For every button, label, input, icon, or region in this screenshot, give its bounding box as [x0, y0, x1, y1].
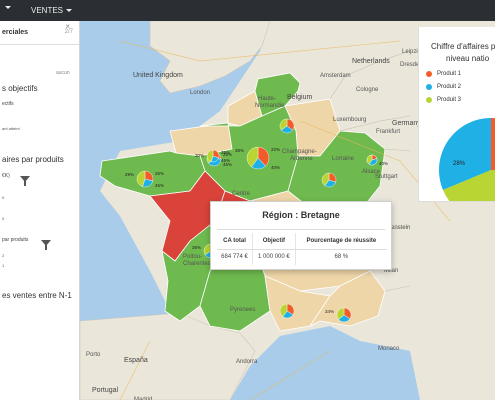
pie-aquitaine-label-1: 36%: [192, 245, 202, 250]
map-label-united-kingdom: United Kingdom: [133, 72, 183, 79]
pie-bretagne-label-3: 45%: [155, 183, 165, 188]
tick-a: 0: [2, 195, 5, 200]
pie-champagne-label-3: 40%: [379, 161, 389, 166]
pie-basse-normandie-label-2: 25%: [221, 150, 231, 155]
map-label-portugal: Portugal: [92, 387, 119, 394]
table-header-row: CA total Objectif Pourcentage de réussit…: [217, 233, 387, 250]
close-icon[interactable]: ×: [65, 22, 70, 31]
col-pourcentage: Pourcentage de réussite: [294, 233, 387, 250]
map-label-pyrenees: Pyrenees: [230, 307, 256, 313]
map-label-lorraine: Lorraine: [332, 156, 355, 162]
pie-slice-produit1: [491, 118, 495, 170]
pie-bretagne-label-1: 29%: [125, 172, 135, 177]
menu-ventes[interactable]: VENTES: [31, 6, 73, 15]
map-label-ardenne: Ardenne: [290, 156, 313, 162]
pie-languedoc[interactable]: [336, 307, 352, 323]
section-par-produits[interactable]: par produits: [2, 237, 28, 243]
pie-label-p2: 28%: [453, 161, 466, 167]
pie-midi[interactable]: [279, 303, 295, 319]
sidebar-aucun[interactable]: aucun: [56, 70, 70, 76]
map-label-centre: Centre: [232, 191, 251, 197]
map-label-germany: Germany: [392, 120, 421, 127]
national-chart-panel: Chiffre d'affaires p niveau natio Produi…: [418, 27, 495, 202]
map-label-charentes: Charentes: [183, 261, 211, 267]
pie-bretagne[interactable]: [136, 170, 154, 188]
map-label-champagne: Champagne-: [282, 149, 317, 155]
filter-icon[interactable]: [41, 240, 51, 250]
pie-picardie[interactable]: [279, 118, 295, 134]
list-item-2: 2: [2, 253, 5, 258]
pie-idf-label-3: 40%: [271, 165, 281, 170]
menu-first[interactable]: [2, 6, 11, 9]
pie-lorraine[interactable]: [321, 172, 337, 188]
legend-atteint: ant atteint: [2, 126, 20, 131]
map-label-netherlands: Netherlands: [352, 58, 390, 65]
list-item-1: 1: [2, 263, 5, 268]
map-label-andorra: Andorra: [236, 359, 258, 365]
cell-objectif: 1 000 000 €: [252, 249, 296, 265]
sidebar-header: erciales 2/7 ×: [0, 21, 79, 45]
pie-languedoc-label-1: 34%: [325, 309, 335, 314]
pie-basse-normandie-label-3: 46%: [221, 158, 231, 163]
map-label-normandie: Normandie: [255, 103, 285, 109]
map-label-porto: Porto: [86, 352, 101, 358]
region-popup: Région : Bretagne CA total Objectif Pour…: [210, 201, 392, 270]
popup-title: Région : Bretagne: [262, 210, 340, 220]
top-nav-bar: VENTES: [0, 0, 495, 21]
chevron-down-icon: [66, 9, 73, 12]
section-ventes[interactable]: es ventes entre N-1: [2, 291, 72, 300]
map-label-cologne: Cologne: [356, 87, 379, 93]
pie-idf-label-1: 38%: [235, 148, 245, 153]
col-objectif: Objectif: [252, 233, 296, 250]
cell-ca-total: 684 774 €: [221, 254, 248, 261]
pie-alsace[interactable]: [366, 154, 378, 166]
pie-bretagne-label-2: 26%: [155, 171, 165, 176]
section-objectifs[interactable]: s objectifs: [2, 84, 38, 93]
map-label-frankfurt: Frankfurt: [376, 129, 401, 135]
map-label-london: London: [190, 90, 211, 96]
section-produits[interactable]: aires par produits: [2, 155, 64, 164]
legend-objectifs: ectifs: [2, 101, 14, 107]
map-label-luxembourg: Luxembourg: [333, 117, 367, 123]
filters-sidebar: erciales 2/7 × aucun s objectifs ectifs …: [0, 21, 80, 400]
national-pie: [439, 118, 495, 201]
map-label-amsterdam: Amsterdam: [320, 73, 351, 79]
map-label-belgium: Belgium: [287, 94, 313, 101]
map-label-monaco: Monaco: [378, 346, 400, 352]
map-label-poitou: Poitou-: [183, 254, 203, 260]
unit-keur: €K): [2, 173, 10, 179]
pie-normandie-label-1: 30%: [195, 153, 205, 158]
popup-table: CA total Objectif Pourcentage de réussit…: [217, 233, 387, 265]
pie-idf[interactable]: [246, 146, 270, 170]
map-label-haute: Haute-: [258, 96, 277, 102]
land-uk: [149, 21, 271, 94]
sidebar-title: erciales: [2, 29, 29, 36]
map-label-espana: España: [124, 357, 148, 364]
col-ca-total: CA total: [217, 233, 253, 250]
tick-b: 0: [2, 216, 5, 221]
menu-ventes-label: VENTES: [31, 6, 64, 15]
cell-pourcentage: 68 %: [294, 249, 387, 265]
sea-mediterranean: [230, 326, 420, 400]
chevron-down-icon: [5, 6, 11, 9]
filter-icon[interactable]: [20, 176, 30, 186]
map-label-alsace: Alsace: [362, 169, 381, 175]
table-row: 684 774 € 1 000 000 € 68 %: [217, 249, 387, 265]
pie-idf-label-2: 22%: [271, 147, 281, 152]
pie-basse-normandie[interactable]: [206, 149, 220, 163]
popup-divider: [217, 229, 385, 230]
